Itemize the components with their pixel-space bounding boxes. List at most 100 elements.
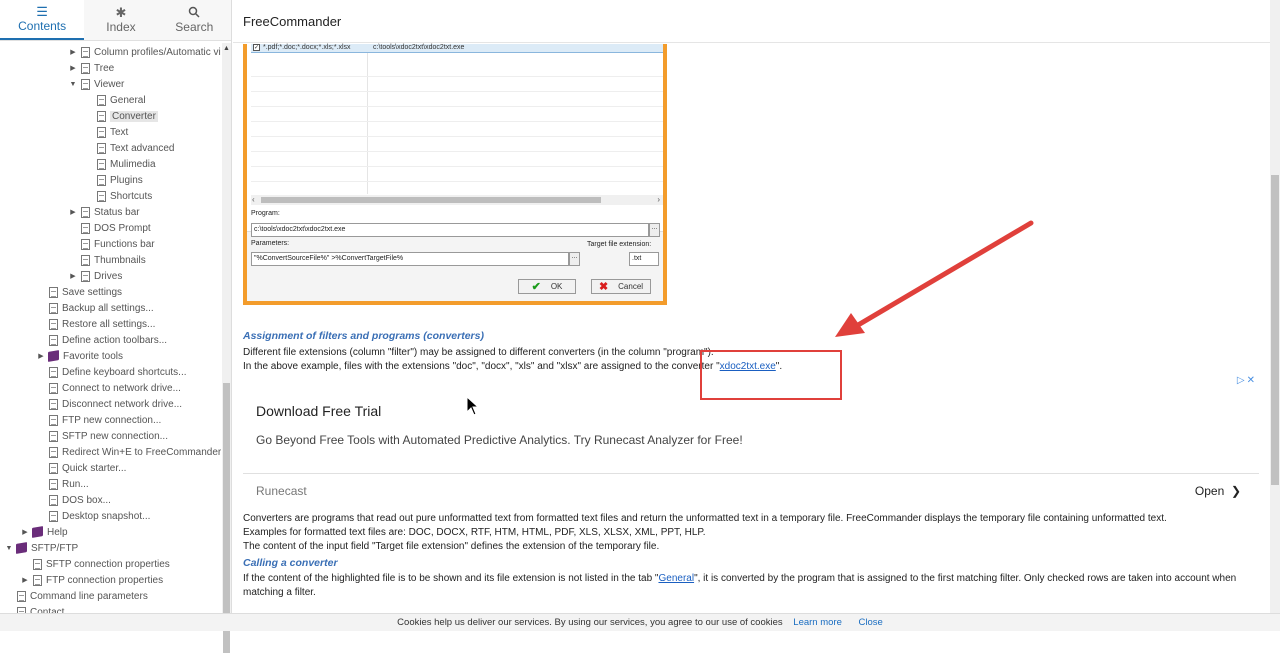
row-checkbox[interactable]: ✓ xyxy=(253,44,260,51)
scroll-up-icon[interactable]: ▲ xyxy=(223,45,230,52)
sidebar-item-plugins[interactable]: Plugins xyxy=(84,172,143,188)
grid-row xyxy=(251,68,663,77)
cancel-button[interactable]: ✖ Cancel xyxy=(591,279,651,294)
program-browse-button[interactable]: ... xyxy=(649,223,660,237)
red-arrow-icon xyxy=(835,220,1034,337)
chevron-right-icon[interactable]: ▶ xyxy=(20,576,30,584)
sidebar-item-label: Plugins xyxy=(110,174,143,186)
document-icon xyxy=(81,78,90,90)
ad-title[interactable]: Download Free Trial xyxy=(256,403,381,419)
chevron-right-icon[interactable]: ▶ xyxy=(68,48,78,56)
sidebar-item-quick-starter[interactable]: Quick starter... xyxy=(36,460,126,476)
parameters-browse-button[interactable]: ... xyxy=(569,252,580,266)
cookie-learn-more-link[interactable]: Learn more xyxy=(793,617,842,628)
sidebar-item-column-profiles-automatic-vie[interactable]: ▶ Column profiles/Automatic vie xyxy=(68,44,221,60)
sidebar-item-help[interactable]: ▶ Help xyxy=(20,524,68,540)
sidebar-item-desktop-snapshot[interactable]: Desktop snapshot... xyxy=(36,508,150,524)
sidebar-item-shortcuts[interactable]: Shortcuts xyxy=(84,188,152,204)
sidebar-item-text[interactable]: Text xyxy=(84,124,128,140)
sidebar-scrollbar[interactable]: ▲ xyxy=(222,43,231,653)
sidebar-item-sftp-connection-properties[interactable]: SFTP connection properties xyxy=(20,556,170,572)
section2-heading: Calling a converter xyxy=(243,557,338,569)
sidebar-item-label: Thumbnails xyxy=(94,254,146,266)
grid-row xyxy=(251,83,663,92)
sidebar-tabs: ☰ Contents ✱ Index Search xyxy=(0,0,231,41)
sidebar-item-sftp-new-connection[interactable]: SFTP new connection... xyxy=(36,428,168,444)
document-icon xyxy=(81,238,90,250)
sidebar-item-status-bar[interactable]: ▶ Status bar xyxy=(68,204,140,220)
sidebar-item-backup-all-settings[interactable]: Backup all settings... xyxy=(36,300,154,316)
grid-hscroll-thumb[interactable] xyxy=(261,197,601,203)
sidebar-item-functions-bar[interactable]: Functions bar xyxy=(68,236,155,252)
document-icon xyxy=(49,414,58,426)
ad-brand[interactable]: Runecast xyxy=(256,484,307,498)
page-scrollbar[interactable] xyxy=(1270,0,1280,631)
sidebar-item-label: SFTP connection properties xyxy=(46,558,170,570)
cookie-close-button[interactable]: Close xyxy=(859,617,883,628)
section2-paragraph1-text: If the content of the highlighted file i… xyxy=(243,573,659,584)
sidebar-item-label: Text advanced xyxy=(110,142,175,154)
target-extension-field[interactable]: .txt xyxy=(629,252,659,266)
sidebar-item-command-line-parameters[interactable]: Command line parameters xyxy=(4,588,148,604)
sidebar-item-mulimedia[interactable]: Mulimedia xyxy=(84,156,156,172)
chevron-down-icon[interactable]: ▼ xyxy=(68,81,78,88)
sidebar-item-label: Run... xyxy=(62,478,89,490)
sidebar-item-redirect-win-e-to-freecommander[interactable]: Redirect Win+E to FreeCommander xyxy=(36,444,221,460)
chevron-right-icon[interactable]: ▶ xyxy=(20,528,30,536)
sidebar-item-dos-prompt[interactable]: DOS Prompt xyxy=(68,220,151,236)
sidebar-item-sftp-ftp[interactable]: ▼ SFTP/FTP xyxy=(4,540,78,556)
sidebar-item-connect-to-network-drive[interactable]: Connect to network drive... xyxy=(36,380,181,396)
sidebar-item-general[interactable]: General xyxy=(84,92,146,108)
search-icon xyxy=(188,6,200,20)
sidebar-item-disconnect-network-drive[interactable]: Disconnect network drive... xyxy=(36,396,182,412)
tab-index[interactable]: ✱ Index xyxy=(84,0,157,40)
chevron-down-icon[interactable]: ▼ xyxy=(4,545,14,552)
grid-hscrollbar[interactable]: ‹ › xyxy=(251,195,663,205)
section-converters: Converters are programs that read out pu… xyxy=(243,512,1236,600)
sidebar-item-tree[interactable]: ▶ Tree xyxy=(68,60,114,76)
document-icon xyxy=(17,590,26,602)
tab-search[interactable]: Search xyxy=(158,0,231,40)
chevron-right-icon[interactable]: ▶ xyxy=(68,64,78,72)
sidebar-item-contact[interactable]: Contact xyxy=(4,604,64,613)
book-icon xyxy=(16,542,27,554)
sidebar-item-define-keyboard-shortcuts[interactable]: Define keyboard shortcuts... xyxy=(36,364,187,380)
sidebar-item-drives[interactable]: ▶ Drives xyxy=(68,268,122,284)
ad-open-button[interactable]: Open ❯ xyxy=(1195,484,1241,498)
main-content: FreeCommander ✓ *.pdf;*.doc;*.docx;*.xls… xyxy=(233,0,1270,631)
highlight-box xyxy=(700,350,842,400)
program-field[interactable]: c:\tools\xdoc2txt\xdoc2txt.exe xyxy=(251,223,649,237)
scroll-left-icon[interactable]: ‹ xyxy=(252,195,255,204)
sidebar-item-label: Favorite tools xyxy=(63,350,124,362)
chevron-right-icon: ❯ xyxy=(1227,484,1241,498)
tab-contents[interactable]: ☰ Contents xyxy=(0,0,85,40)
document-icon xyxy=(49,446,58,458)
sidebar-item-thumbnails[interactable]: Thumbnails xyxy=(68,252,146,268)
ad-text[interactable]: Go Beyond Free Tools with Automated Pred… xyxy=(256,433,743,447)
chevron-right-icon[interactable]: ▶ xyxy=(68,208,78,216)
sidebar-item-dos-box[interactable]: DOS box... xyxy=(36,492,111,508)
sidebar-item-save-settings[interactable]: Save settings xyxy=(36,284,122,300)
sidebar-item-define-action-toolbars[interactable]: Define action toolbars... xyxy=(36,332,167,348)
page-scroll-thumb[interactable] xyxy=(1271,175,1279,485)
chevron-right-icon[interactable]: ▶ xyxy=(36,352,46,360)
sidebar-item-converter[interactable]: Converter xyxy=(84,108,158,124)
sidebar-item-ftp-connection-properties[interactable]: ▶ FTP connection properties xyxy=(20,572,163,588)
document-icon xyxy=(33,574,42,586)
scroll-right-icon[interactable]: › xyxy=(657,195,660,204)
sidebar-item-text-advanced[interactable]: Text advanced xyxy=(84,140,175,156)
sidebar-item-ftp-new-connection[interactable]: FTP new connection... xyxy=(36,412,161,428)
sidebar-item-viewer[interactable]: ▼ Viewer xyxy=(68,76,124,92)
document-icon xyxy=(49,510,58,522)
document-icon xyxy=(49,462,58,474)
chevron-right-icon[interactable]: ▶ xyxy=(68,272,78,280)
grid-row xyxy=(251,98,663,107)
general-link[interactable]: General xyxy=(658,573,694,584)
parameters-field[interactable]: "%ConvertSourceFile%" >%ConvertTargetFil… xyxy=(251,252,569,266)
sidebar-item-run[interactable]: Run... xyxy=(36,476,89,492)
sidebar-item-favorite-tools[interactable]: ▶ Favorite tools xyxy=(36,348,123,364)
document-icon xyxy=(49,334,58,346)
sidebar-item-restore-all-settings[interactable]: Restore all settings... xyxy=(36,316,155,332)
adchoices-icon[interactable]: ▷✕ xyxy=(1237,375,1257,386)
ok-button[interactable]: ✔ OK xyxy=(518,279,576,294)
